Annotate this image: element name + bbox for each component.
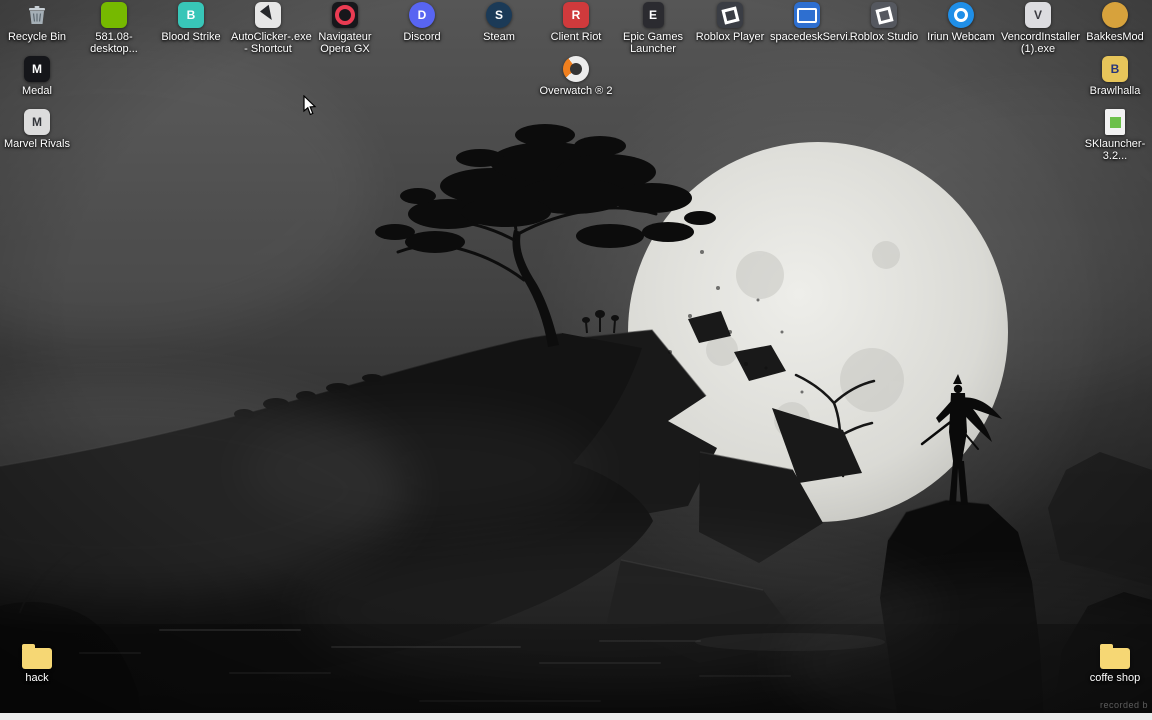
desktop-icon-opera-gx[interactable]: Navigateur Opera GX [308,2,382,55]
desktop-icon-autoclicker[interactable]: AutoClicker-.exe - Shortcut [231,2,312,55]
desktop-icon-driver-installer[interactable]: 581.08-desktop... [77,2,151,55]
icon-label: hack [25,672,49,684]
desktop-icon-roblox-studio[interactable]: Roblox Studio [847,2,921,43]
spacedesk-icon [794,2,820,28]
iriun-webcam-icon [948,2,974,28]
icon-glyph: B [1110,62,1120,76]
icon-label: Roblox Studio [849,31,919,43]
desktop-icon-discord[interactable]: D Discord [385,2,459,43]
medal-icon: M [24,56,50,82]
desktop-icon-marvel-rivals[interactable]: M Marvel Rivals [0,109,74,150]
icon-label: Blood Strike [161,31,221,43]
wallpaper-art [0,0,1152,720]
desktop-icon-steam[interactable]: S Steam [462,2,536,43]
icon-glyph: V [1033,8,1042,22]
desktop[interactable]: Recycle Bin 581.08-desktop... B Blood St… [0,0,1152,720]
recycle-bin-icon [24,2,50,28]
icon-glyph: M [32,115,42,129]
icon-label: Roblox Player [695,31,765,43]
taskbar-edge[interactable] [0,713,1152,720]
icon-label: Recycle Bin [7,31,67,43]
icon-glyph: M [32,62,42,76]
icon-label: SKlauncher-3.2... [1084,138,1146,162]
marvel-rivals-icon: M [24,109,50,135]
desktop-icon-vencord-installer[interactable]: V VencordInstaller (1).exe [1001,2,1080,55]
brawlhalla-icon: B [1102,56,1128,82]
sklauncher-icon [1105,109,1125,135]
icon-label: spacedeskServi... [770,31,857,43]
desktop-icon-sklauncher[interactable]: SKlauncher-3.2... [1078,109,1152,162]
desktop-icon-bakkesmod[interactable]: BakkesMod [1078,2,1152,43]
icon-label: Steam [483,31,515,43]
folder-icon [22,644,52,669]
mouse-cursor [303,95,317,116]
icon-label: Discord [403,31,441,43]
roblox-player-icon [717,2,743,28]
desktop-icon-medal[interactable]: M Medal [0,56,74,97]
desktop-icon-recycle-bin[interactable]: Recycle Bin [0,2,74,43]
icon-label: AutoClicker-.exe - Shortcut [231,31,312,55]
icon-glyph: B [186,8,196,22]
desktop-icon-brawlhalla[interactable]: B Brawlhalla [1078,56,1152,97]
icon-label: BakkesMod [1086,31,1144,43]
overwatch-2-icon [563,56,589,82]
icon-label: VencordInstaller (1).exe [1001,31,1080,55]
desktop-icon-roblox-player[interactable]: Roblox Player [693,2,767,43]
icon-label: Medal [22,85,52,97]
desktop-icon-iriun-webcam[interactable]: Iriun Webcam [924,2,998,43]
vencord-installer-icon: V [1025,2,1051,28]
icon-label: Brawlhalla [1089,85,1141,97]
icon-glyph: S [494,8,503,22]
desktop-icon-hack-folder[interactable]: hack [0,643,74,684]
icon-label: 581.08-desktop... [90,31,138,55]
bakkesmod-icon [1102,2,1128,28]
icon-label: coffe shop [1089,672,1141,684]
desktop-icon-blood-strike[interactable]: B Blood Strike [154,2,228,43]
icon-label: Navigateur Opera GX [318,31,372,55]
icon-label: Iriun Webcam [927,31,995,43]
desktop-icon-coffe-shop-folder[interactable]: coffe shop [1078,643,1152,684]
riot-client-icon: R [563,2,589,28]
folder-icon [1100,644,1130,669]
recording-watermark: recorded b [1099,700,1148,710]
desktop-icon-spacedesk[interactable]: spacedeskServi... [770,2,857,43]
blood-strike-icon: B [178,2,204,28]
steam-icon: S [486,2,512,28]
opera-gx-icon [332,2,358,28]
icon-label: Epic Games Launcher [623,31,683,55]
installer-icon [101,2,127,28]
icon-label: Overwatch ® 2 [539,85,613,97]
desktop-icon-riot-client[interactable]: R Client Riot [539,2,613,43]
discord-icon: D [409,2,435,28]
desktop-icon-overwatch-2[interactable]: Overwatch ® 2 [539,56,613,97]
icon-glyph: D [417,8,427,22]
roblox-studio-icon [871,2,897,28]
icon-glyph: R [571,8,581,22]
icon-glyph: E [648,8,657,22]
icon-label: Marvel Rivals [3,138,70,150]
desktop-icon-epic-games[interactable]: E Epic Games Launcher [616,2,690,55]
epic-games-icon: E [642,2,664,28]
icon-label: Client Riot [550,31,602,43]
autoclicker-icon [255,2,281,28]
